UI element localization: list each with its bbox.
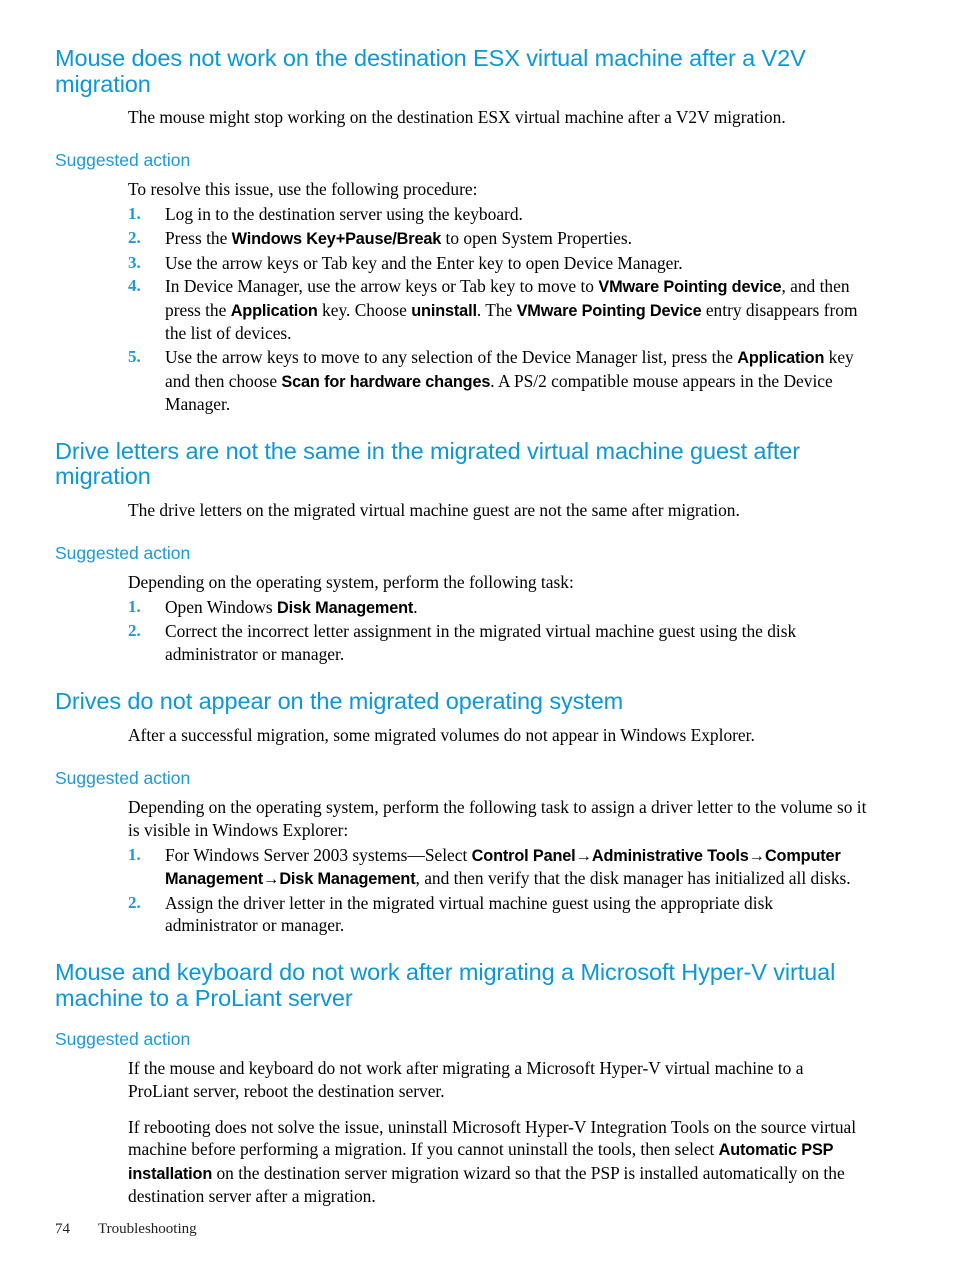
suggested-action-heading-2: Suggested action: [55, 542, 191, 563]
page-content: Mouse does not work on the destination E…: [55, 45, 868, 1208]
list-item-text: Log in to the destination server using t…: [165, 204, 523, 225]
list-item: 1. Log in to the destination server using…: [128, 203, 868, 226]
step-list-2: 1. Open Windows Disk Management. 2. Correct…: [55, 596, 868, 666]
list-item-text: Correct the incorrect letter assignment …: [165, 621, 797, 665]
suggested-action-heading-1: Suggested action: [55, 150, 191, 171]
suggested-action-heading-4: Suggested action: [55, 1028, 191, 1049]
ui-term: Scan for hardware changes: [281, 372, 491, 391]
section-intro-2: The drive letters on the migrated virtua…: [128, 500, 740, 521]
section-lead-2: Depending on the operating system, perfo…: [128, 572, 574, 593]
list-item: 4. In Device Manager, use the arrow keys …: [128, 275, 868, 345]
list-item-number: 3.: [128, 252, 141, 272]
body-paragraph: If the mouse and keyboard do not work af…: [128, 1057, 804, 1101]
section-title-2: Drive letters are not the same in the mi…: [55, 437, 800, 490]
footer-page-number: 74: [55, 1221, 70, 1237]
ui-term: Windows Key+Pause/Break: [231, 230, 442, 249]
section-title-3: Drives do not appear on the migrated ope…: [55, 688, 624, 715]
list-item: 2. Assign the driver letter in the migrat…: [128, 892, 868, 938]
ui-term: Disk Management: [277, 599, 414, 618]
section-title-1: Mouse does not work on the destination E…: [55, 45, 806, 97]
list-item-number: 2.: [128, 892, 141, 912]
section-lead-3: Depending on the operating system, perfo…: [128, 796, 867, 840]
list-item: 2. Press the Windows Key+Pause/Break to o…: [128, 227, 868, 250]
list-item-number: 2.: [128, 228, 141, 248]
list-item-text: Use the arrow keys to move to any select…: [165, 347, 854, 414]
section-title-4: Mouse and keyboard do not work after mig…: [55, 959, 836, 1011]
menu-arrow-icon: →: [575, 846, 592, 865]
list-item-number: 1.: [128, 844, 141, 864]
document-page: Mouse does not work on the destination E…: [0, 0, 954, 1271]
ui-term: uninstall: [411, 301, 477, 320]
list-item: 5. Use the arrow keys to move to any sele…: [128, 346, 868, 416]
list-item-number: 1.: [128, 597, 141, 617]
ui-term: Disk Management: [279, 870, 416, 889]
list-item-number: 2.: [128, 621, 141, 641]
ui-term: Automatic PSP installation: [128, 1141, 834, 1183]
list-item: 2. Correct the incorrect letter assignmen…: [128, 620, 868, 666]
list-item: 3. Use the arrow keys or Tab key and the …: [128, 252, 868, 275]
menu-arrow-icon: →: [263, 870, 280, 889]
ui-term: VMware Pointing Device: [516, 301, 702, 320]
list-item-number: 1.: [128, 204, 141, 224]
footer-chapter-name: Troubleshooting: [98, 1221, 197, 1237]
ui-term: VMware Pointing device: [598, 278, 782, 297]
ui-term: Control Panel: [471, 846, 576, 865]
list-item: 1. Open Windows Disk Management.: [128, 596, 868, 619]
body-paragraph: If rebooting does not solve the issue, u…: [128, 1116, 857, 1207]
menu-arrow-icon: →: [748, 846, 765, 865]
suggested-action-heading-3: Suggested action: [55, 767, 191, 788]
list-item-text: Assign the driver letter in the migrated…: [165, 892, 774, 936]
list-item-text: Use the arrow keys or Tab key and the En…: [165, 252, 683, 273]
step-list-3: 1. For Windows Server 2003 systems—Select…: [55, 844, 868, 938]
list-item-text: Press the Windows Key+Pause/Break to ope…: [165, 228, 632, 249]
ui-term: Application: [230, 301, 318, 320]
list-item-text: In Device Manager, use the arrow keys or…: [165, 276, 858, 344]
ui-term: Application: [737, 349, 825, 368]
section-lead-1: To resolve this issue, use the following…: [128, 179, 478, 200]
step-list-1: 1. Log in to the destination server using…: [55, 203, 868, 416]
list-item-text: For Windows Server 2003 systems—Select C…: [165, 844, 851, 889]
list-item-text: Open Windows Disk Management.: [165, 597, 418, 618]
section-intro-3: After a successful migration, some migra…: [128, 724, 755, 745]
list-item: 1. For Windows Server 2003 systems—Select…: [128, 844, 868, 891]
ui-term: Administrative Tools: [591, 846, 749, 865]
list-item-number: 4.: [128, 276, 141, 296]
list-item-number: 5.: [128, 347, 141, 367]
paragraph-group-4: If the mouse and keyboard do not work af…: [55, 1057, 868, 1208]
section-intro-1: The mouse might stop working on the dest…: [128, 107, 786, 128]
page-footer: 74 Troubleshooting: [55, 1221, 197, 1238]
